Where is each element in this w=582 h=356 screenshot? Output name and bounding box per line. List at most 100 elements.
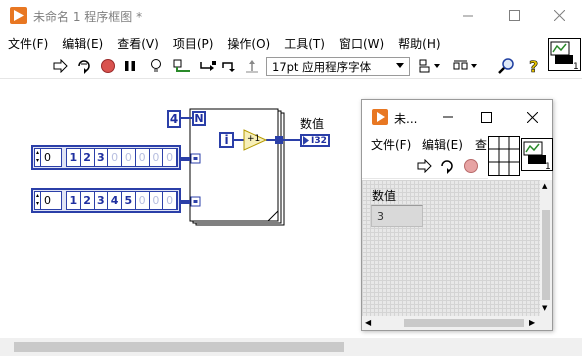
array-control-1[interactable]: ▴ ▾ 0 1 2 3 0 0 0 0 0 bbox=[31, 145, 181, 170]
font-select-value: 17pt 应用程序字体 bbox=[272, 60, 372, 74]
front-panel-toolbar bbox=[362, 153, 488, 179]
svg-text:1: 1 bbox=[573, 62, 579, 70]
menu-project[interactable]: 项目(P) bbox=[173, 31, 221, 53]
array1-element[interactable]: 0 bbox=[149, 149, 164, 166]
array1-index[interactable]: ▴ ▾ 0 bbox=[34, 148, 62, 167]
numeric-indicator[interactable]: I32 bbox=[300, 134, 330, 147]
add-node-label: +1 bbox=[247, 134, 261, 144]
array2-element[interactable]: 3 bbox=[94, 192, 109, 209]
search-icon[interactable] bbox=[496, 57, 516, 75]
scroll-corner bbox=[540, 316, 552, 330]
menu-view[interactable]: 查 bbox=[475, 136, 487, 153]
loop-count-label: N bbox=[194, 112, 204, 125]
array1-element[interactable]: 3 bbox=[94, 149, 109, 166]
font-select[interactable]: 17pt 应用程序字体 bbox=[266, 57, 410, 76]
menu-operate[interactable]: 操作(O) bbox=[227, 31, 277, 53]
minimize-button[interactable] bbox=[445, 0, 491, 31]
horizontal-scrollbar[interactable]: ◀ ▶ bbox=[362, 316, 540, 330]
array1-element[interactable]: 0 bbox=[135, 149, 150, 166]
array1-element[interactable]: 0 bbox=[163, 149, 177, 166]
horizontal-scroll-thumb[interactable] bbox=[404, 319, 524, 327]
run-arrow-icon[interactable] bbox=[51, 57, 71, 75]
front-panel-window: 未... 文件(F) 编辑(E) 查 1 数值 3 ▲ ▼ ◀ ▶ bbox=[361, 99, 553, 331]
title-bar: 未命名 1 程序框图 * bbox=[0, 0, 582, 31]
distribute-objects-icon[interactable] bbox=[452, 57, 480, 75]
n-constant[interactable]: 4 bbox=[167, 110, 181, 128]
menu-tools[interactable]: 工具(T) bbox=[284, 31, 332, 53]
indicator-type: I32 bbox=[311, 135, 327, 146]
run-continuously-icon[interactable] bbox=[437, 157, 457, 175]
labview-app-icon bbox=[10, 7, 27, 24]
array2-element[interactable]: 0 bbox=[149, 192, 164, 209]
array1-element[interactable]: 1 bbox=[67, 149, 81, 166]
vertical-scrollbar[interactable]: ▲ ▼ bbox=[540, 180, 552, 316]
vertical-scroll-thumb[interactable] bbox=[542, 210, 550, 300]
array2-elements: 1 2 3 4 5 0 0 0 bbox=[66, 191, 178, 210]
indicator-value: 3 bbox=[377, 210, 384, 223]
menu-edit[interactable]: 编辑(E) bbox=[62, 31, 110, 53]
array2-element[interactable]: 1 bbox=[67, 192, 81, 209]
connector-pane[interactable] bbox=[488, 136, 520, 176]
array2-element[interactable]: 0 bbox=[135, 192, 150, 209]
align-objects-icon[interactable] bbox=[418, 57, 442, 75]
step-over-icon[interactable] bbox=[220, 57, 240, 75]
n-constant-value: 4 bbox=[169, 112, 179, 126]
output-tunnel bbox=[275, 136, 283, 144]
maximize-button[interactable] bbox=[478, 109, 494, 125]
svg-text:?: ? bbox=[529, 57, 538, 75]
horizontal-scroll-thumb[interactable] bbox=[14, 342, 344, 352]
array2-element[interactable]: 5 bbox=[122, 192, 136, 209]
menu-file[interactable]: 文件(F) bbox=[371, 136, 411, 153]
array2-index-spinner[interactable]: ▴ ▾ bbox=[35, 192, 41, 209]
array2-index[interactable]: ▴ ▾ 0 bbox=[34, 191, 62, 210]
close-button[interactable] bbox=[524, 109, 540, 125]
scroll-down-icon[interactable]: ▼ bbox=[542, 304, 547, 312]
labview-app-icon bbox=[372, 109, 388, 125]
front-panel-title-bar: 未... bbox=[362, 100, 552, 133]
array1-index-value: 0 bbox=[44, 151, 51, 164]
horizontal-scrollbar[interactable] bbox=[0, 338, 582, 356]
menu-file[interactable]: 文件(F) bbox=[8, 31, 55, 53]
retain-wire-values-icon[interactable] bbox=[172, 57, 192, 75]
menu-view[interactable]: 查看(V) bbox=[117, 31, 166, 53]
menu-edit[interactable]: 编辑(E) bbox=[422, 136, 463, 153]
svg-text:1: 1 bbox=[545, 162, 551, 170]
front-panel-title: 未... bbox=[394, 112, 418, 126]
array1-element[interactable]: 0 bbox=[108, 149, 122, 166]
step-into-icon[interactable] bbox=[198, 57, 218, 75]
scroll-left-icon[interactable]: ◀ bbox=[365, 318, 371, 327]
array2-element[interactable]: 0 bbox=[163, 192, 177, 209]
run-arrow-icon[interactable] bbox=[415, 157, 435, 175]
vi-icon[interactable]: 1 bbox=[548, 38, 581, 72]
vi-icon[interactable]: 1 bbox=[521, 138, 553, 172]
menu-window[interactable]: 窗口(W) bbox=[339, 31, 391, 53]
maximize-button[interactable] bbox=[491, 0, 537, 31]
array1-index-spinner[interactable]: ▴ ▾ bbox=[35, 149, 41, 166]
front-panel-menu-bar: 文件(F) 编辑(E) 查 bbox=[362, 133, 488, 153]
array1-element[interactable]: 0 bbox=[122, 149, 136, 166]
scroll-up-icon[interactable]: ▲ bbox=[542, 182, 547, 190]
indicator-label: 数值 bbox=[372, 189, 397, 203]
scroll-right-icon[interactable]: ▶ bbox=[529, 318, 535, 327]
menu-help[interactable]: 帮助(H) bbox=[398, 31, 447, 53]
indicator-label: 数值 bbox=[300, 117, 325, 131]
array2-element[interactable]: 4 bbox=[108, 192, 122, 209]
minimize-button[interactable] bbox=[440, 109, 456, 125]
array2-element[interactable]: 2 bbox=[80, 192, 95, 209]
numeric-indicator-display[interactable]: 3 bbox=[371, 205, 423, 227]
array-control-2[interactable]: ▴ ▾ 0 1 2 3 4 5 0 0 0 bbox=[31, 188, 181, 213]
run-continuously-icon[interactable] bbox=[74, 57, 94, 75]
step-out-icon[interactable] bbox=[242, 57, 262, 75]
close-button[interactable] bbox=[536, 0, 582, 31]
array2-index-value: 0 bbox=[44, 194, 51, 207]
chevron-down-icon bbox=[396, 63, 404, 68]
context-help-icon[interactable]: ? bbox=[524, 57, 544, 75]
iteration-label: i bbox=[224, 133, 229, 147]
highlight-execution-icon[interactable] bbox=[146, 57, 166, 75]
pause-icon[interactable] bbox=[120, 57, 140, 75]
array1-element[interactable]: 2 bbox=[80, 149, 95, 166]
abort-icon[interactable] bbox=[461, 157, 481, 175]
abort-icon[interactable] bbox=[98, 57, 118, 75]
menu-bar: 文件(F) 编辑(E) 查看(V) 项目(P) 操作(O) 工具(T) 窗口(W… bbox=[0, 31, 582, 53]
front-panel-canvas: 数值 3 bbox=[362, 180, 540, 316]
